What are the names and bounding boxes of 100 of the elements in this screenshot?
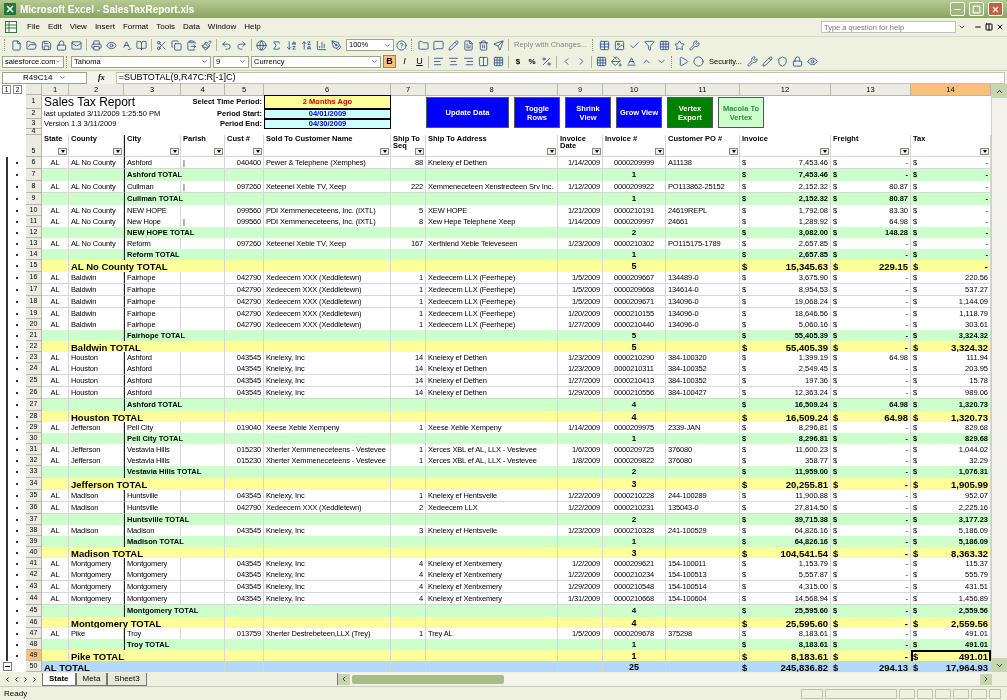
currency-symbol: $ [833, 650, 839, 664]
table-cell-text: 8,363.32 [951, 547, 988, 561]
menu-item[interactable]: Edit [43, 21, 66, 33]
collapse-icon[interactable] [3, 662, 12, 671]
grid-icon[interactable] [491, 54, 506, 69]
filter-dropdown-button[interactable] [415, 148, 424, 155]
table-cell: 1 [631, 169, 637, 181]
dropdown-icon[interactable] [201, 58, 208, 65]
restore-icon[interactable] [983, 21, 994, 33]
currency-symbol: $ [742, 617, 748, 631]
filter-dropdown-button[interactable] [214, 148, 223, 155]
currency-symbol: $ [833, 260, 839, 274]
pencil-icon[interactable] [446, 37, 461, 53]
currency-symbol: $ [913, 547, 919, 561]
dropdown-icon[interactable] [958, 23, 966, 31]
dropdown-icon[interactable] [239, 58, 246, 65]
table-cell-text: 15,345.63 [785, 260, 828, 274]
dropdown-icon[interactable] [59, 74, 66, 81]
filter-dropdown-button[interactable] [655, 148, 664, 155]
table-cell-text: 16,509.24 [785, 411, 828, 425]
paste-icon[interactable] [184, 37, 199, 53]
send-icon[interactable] [491, 37, 506, 53]
filter-dropdown-button[interactable] [58, 148, 67, 155]
filter-dropdown-button[interactable] [592, 148, 601, 155]
font-color-icon[interactable] [624, 54, 639, 69]
table-cell: 1 [631, 249, 637, 261]
filter-dropdown-button[interactable] [729, 148, 738, 155]
globe-icon[interactable] [254, 37, 269, 53]
format-painter-icon[interactable] [199, 37, 214, 53]
currency-symbol: $ [833, 341, 839, 355]
fill-color-icon[interactable] [609, 54, 624, 69]
borders-icon[interactable] [594, 54, 609, 69]
star-icon[interactable] [671, 37, 687, 53]
table-cell-text: 25,595.60 [785, 617, 828, 631]
table-cell: 2 [631, 466, 637, 478]
table-cell: 4 [631, 617, 637, 631]
total-label: Montgomery TOTAL [71, 617, 162, 631]
filter-dropdown-button[interactable] [820, 148, 829, 155]
currency-symbol: $ [742, 547, 748, 561]
table-cell: 25 [629, 661, 639, 675]
document-icon[interactable] [461, 37, 476, 53]
vertical-scrollbar[interactable] [991, 84, 1007, 672]
dropdown-icon[interactable] [371, 58, 378, 65]
format-toggle-button[interactable]: B [383, 55, 396, 68]
menu-item[interactable]: Insert [90, 21, 119, 33]
filter-dropdown-button[interactable] [113, 148, 122, 155]
table-cell-text: 3,324.32 [951, 341, 988, 355]
sheet-tab[interactable]: State [42, 672, 76, 686]
filter-dropdown-button[interactable] [900, 148, 909, 155]
total-label: Houston TOTAL [71, 411, 143, 425]
menu-item[interactable]: Tools [152, 21, 179, 33]
wrench-icon[interactable] [744, 54, 760, 69]
format-toggle-button[interactable]: U [413, 55, 426, 68]
scroll-up-icon[interactable] [992, 84, 1007, 98]
filter-dropdown-button[interactable] [253, 148, 262, 155]
menu-item[interactable]: Data [178, 21, 204, 33]
number-format-button[interactable]: $ [511, 55, 525, 68]
table-cell-text: 20,255.81 [785, 478, 828, 492]
window-title: Microsoft Excel - SalesTaxReport.xls [20, 2, 195, 17]
dropdown-icon[interactable] [384, 41, 391, 49]
currency-symbol: $ [833, 411, 839, 425]
maximize-icon[interactable] [969, 2, 984, 16]
number-format-button[interactable]: % [525, 55, 539, 68]
format-toggle-button[interactable]: I [398, 55, 411, 68]
filter-dropdown-button[interactable] [980, 148, 989, 155]
menu-item[interactable]: View [65, 21, 91, 33]
wrench-icon[interactable] [686, 37, 702, 53]
minimize-icon[interactable] [950, 2, 965, 16]
menu-item[interactable]: Help [240, 21, 265, 33]
filter-dropdown-button[interactable] [380, 148, 389, 155]
trash-icon[interactable] [476, 37, 491, 53]
drawing-icon[interactable] [329, 37, 344, 53]
sheet-tab[interactable]: Sheet3 [107, 672, 147, 686]
pencil-icon[interactable] [759, 54, 775, 69]
menu-item[interactable]: File [23, 21, 44, 33]
new-file-icon[interactable] [9, 37, 24, 53]
filter-dropdown-button[interactable] [547, 148, 556, 155]
lock-icon[interactable] [54, 37, 69, 53]
table-cell: 1 [631, 433, 637, 445]
merge-icon[interactable] [476, 54, 491, 69]
formula-field[interactable]: =SUBTOTAL(9,R47C:R[-1]C) [115, 71, 1005, 84]
insert-function-button[interactable]: fx [90, 71, 113, 84]
horizontal-scrollbar[interactable] [336, 673, 992, 685]
currency-symbol: $ [742, 260, 748, 274]
sheet-tab[interactable]: Meta [75, 672, 108, 686]
menu-item[interactable]: Window [203, 21, 241, 33]
help-icon[interactable] [394, 37, 409, 53]
percent-icon[interactable] [539, 54, 554, 69]
scroll-left-icon[interactable] [337, 673, 350, 685]
print-icon[interactable] [89, 37, 104, 53]
currency-symbol: $ [833, 661, 839, 675]
filter-dropdown-button[interactable] [170, 148, 179, 155]
table-cell: 2 [631, 227, 637, 239]
sheet-icon[interactable] [5, 21, 17, 33]
record-icon[interactable] [691, 54, 706, 69]
copy-icon[interactable] [169, 37, 184, 53]
scroll-thumb[interactable] [351, 674, 504, 684]
menu-item[interactable]: Format [118, 21, 153, 33]
name-box[interactable]: R49C14 [2, 71, 87, 84]
scroll-right-icon[interactable] [980, 673, 992, 685]
